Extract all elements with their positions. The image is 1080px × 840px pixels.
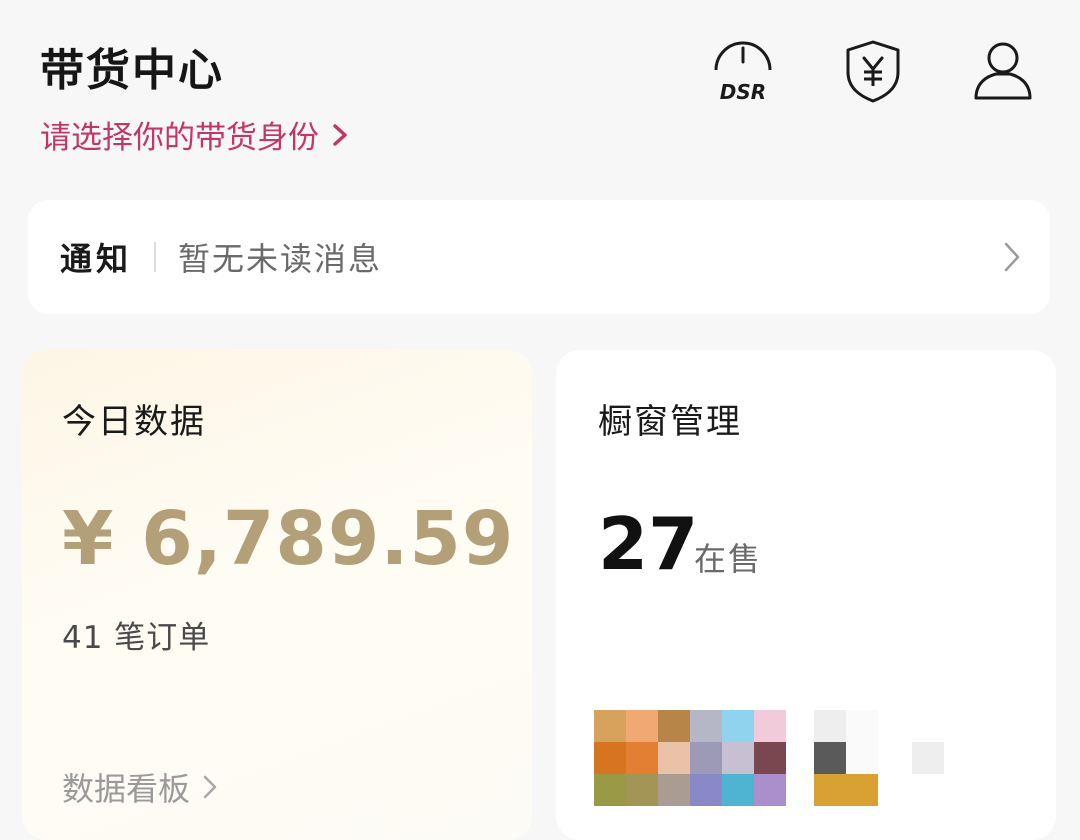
today-sales-amount: ¥ 6,789.59: [62, 496, 515, 582]
select-identity-label: 请选择你的带货身份: [40, 120, 319, 156]
notification-label: 通知: [60, 240, 133, 278]
dsr-icon[interactable]: DSR: [708, 36, 778, 106]
on-sale-label: 在售: [694, 540, 763, 578]
select-identity-link[interactable]: 请选择你的带货身份: [40, 112, 351, 157]
chevron-right-icon: [203, 775, 217, 799]
today-data-card[interactable]: 今日数据 ¥ 6,789.59 41 笔订单 数据看板: [22, 350, 532, 840]
page-title: 带货中心: [40, 45, 224, 96]
user-icon[interactable]: [968, 36, 1038, 106]
notification-message: 暂无未读消息: [178, 240, 383, 278]
product-thumbnail[interactable]: [912, 742, 944, 774]
data-board-label: 数据看板: [62, 770, 191, 808]
showcase-title: 橱窗管理: [598, 402, 742, 442]
divider: [154, 242, 157, 272]
shield-yen-icon[interactable]: [838, 36, 908, 106]
today-order-count: 41 笔订单: [62, 620, 211, 656]
header: 带货中心 请选择你的带货身份 DSR: [0, 0, 1080, 190]
today-data-title: 今日数据: [62, 402, 206, 442]
chevron-right-icon: [333, 123, 347, 146]
product-thumbnail[interactable]: [814, 710, 880, 806]
product-thumbnail[interactable]: [594, 710, 786, 806]
chevron-right-icon: [1004, 242, 1020, 272]
notification-bar[interactable]: 通知 暂无未读消息: [28, 200, 1050, 314]
on-sale-count: 27: [598, 502, 699, 586]
dsr-label: DSR: [720, 80, 766, 104]
data-board-link[interactable]: 数据看板: [62, 764, 218, 810]
